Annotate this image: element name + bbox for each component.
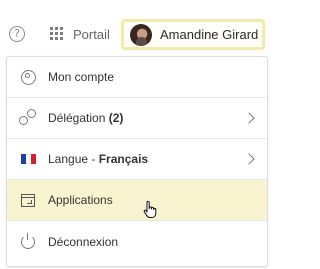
language-prefix: Langue - (48, 152, 99, 166)
menu-item-label: Applications (48, 193, 113, 207)
user-dropdown-menu: Mon compte Délégation (2) Langue - Franç… (6, 56, 268, 267)
menu-item-language[interactable]: Langue - Français (7, 139, 267, 180)
portal-link[interactable]: Portail (50, 26, 110, 42)
hand-cursor-icon (143, 201, 157, 218)
chevron-right-icon (243, 112, 255, 124)
user-menu-button[interactable]: Amandine Girard (121, 19, 265, 50)
menu-item-account[interactable]: Mon compte (7, 57, 267, 98)
delegation-label: Délégation (48, 111, 106, 125)
user-name: Amandine Girard (160, 27, 259, 42)
delegation-count: (2) (108, 111, 124, 125)
portal-label: Portail (73, 26, 110, 42)
chevron-right-icon (243, 153, 255, 165)
menu-item-label: Délégation (2) (48, 111, 123, 125)
menu-item-logout[interactable]: Déconnexion (7, 221, 267, 262)
question-circle-icon[interactable]: ? (9, 26, 25, 42)
top-bar: ? Portail Amandine Girard (0, 0, 273, 56)
flag-fr-icon (19, 150, 37, 168)
menu-item-delegation[interactable]: Délégation (2) (7, 98, 267, 139)
language-value: Français (98, 152, 149, 166)
delegation-icon (19, 109, 37, 127)
user-circle-icon (19, 68, 37, 86)
menu-item-label: Langue - Français (48, 152, 148, 166)
avatar (130, 23, 152, 46)
grid-icon (50, 27, 64, 41)
applications-icon (19, 191, 37, 209)
menu-item-label: Déconnexion (48, 234, 119, 249)
power-icon (19, 232, 37, 251)
menu-item-label: Mon compte (48, 70, 115, 84)
menu-item-applications[interactable]: Applications (7, 180, 267, 221)
